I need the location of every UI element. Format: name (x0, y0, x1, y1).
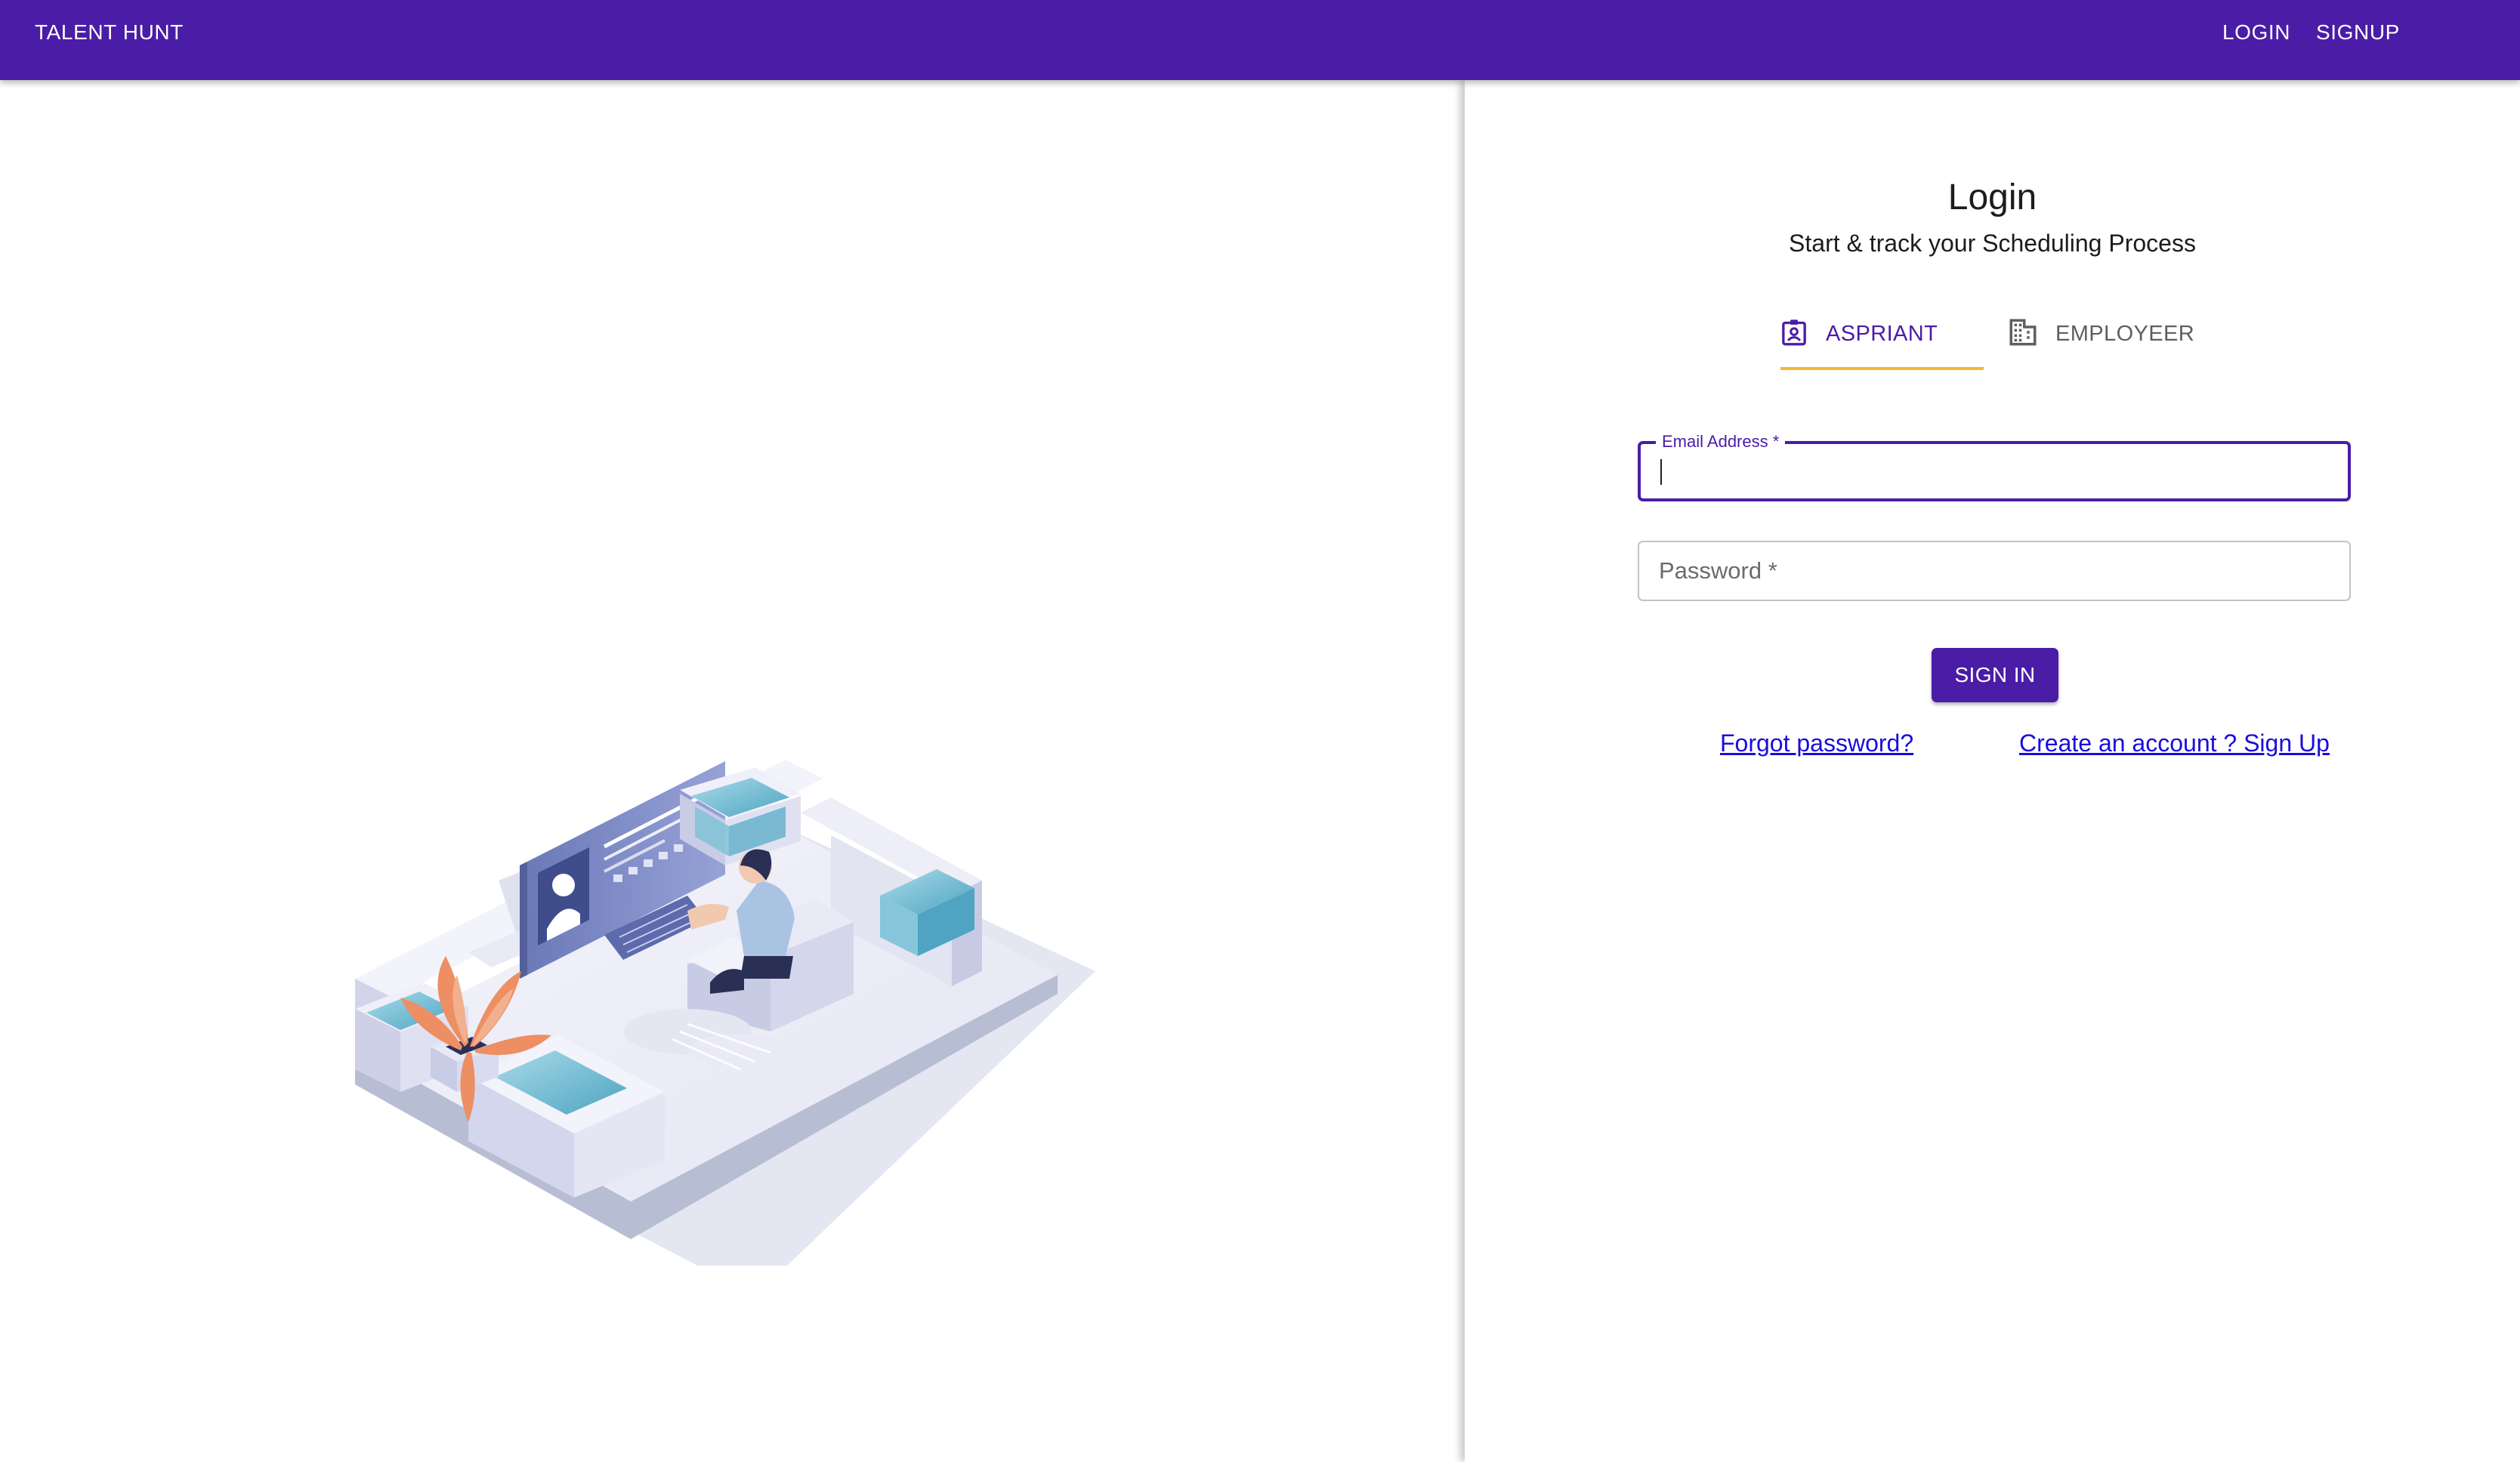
tab-indicator (1780, 367, 1984, 370)
building-icon (2007, 316, 2039, 352)
login-panel: Login Start & track your Scheduling Proc… (1465, 80, 2520, 1462)
badge-icon (1779, 316, 1809, 352)
tab-label: EMPLOYEER (2055, 321, 2195, 346)
tab-aspriant[interactable]: ASPRIANT (1779, 296, 1938, 372)
email-field[interactable]: Email Address * (1638, 432, 2351, 501)
create-account-link[interactable]: Create an account ? Sign Up (2019, 729, 2330, 757)
login-title: Login (1947, 177, 2037, 217)
text-caret (1660, 459, 1662, 485)
sign-in-button[interactable]: SIGN IN (1932, 648, 2058, 702)
illustration-panel (0, 80, 1465, 1462)
forgot-password-link[interactable]: Forgot password? (1720, 729, 1913, 757)
tab-employer[interactable]: EMPLOYEER (2007, 296, 2194, 372)
tab-label: ASPRIANT (1826, 321, 1938, 346)
password-placeholder: Password * (1659, 557, 1777, 584)
workspace-illustration (355, 760, 1095, 1266)
password-field[interactable]: Password * (1638, 541, 2351, 601)
login-subtitle: Start & track your Scheduling Process (1789, 230, 2196, 257)
nav-signup-button[interactable]: SIGNUP (2316, 20, 2400, 45)
app-bar: TALENT HUNT LOGIN SIGNUP (0, 0, 2520, 80)
brand-title[interactable]: TALENT HUNT (35, 20, 184, 45)
nav-login-button[interactable]: LOGIN (2222, 20, 2290, 45)
email-label: Email Address * (1656, 432, 1786, 452)
